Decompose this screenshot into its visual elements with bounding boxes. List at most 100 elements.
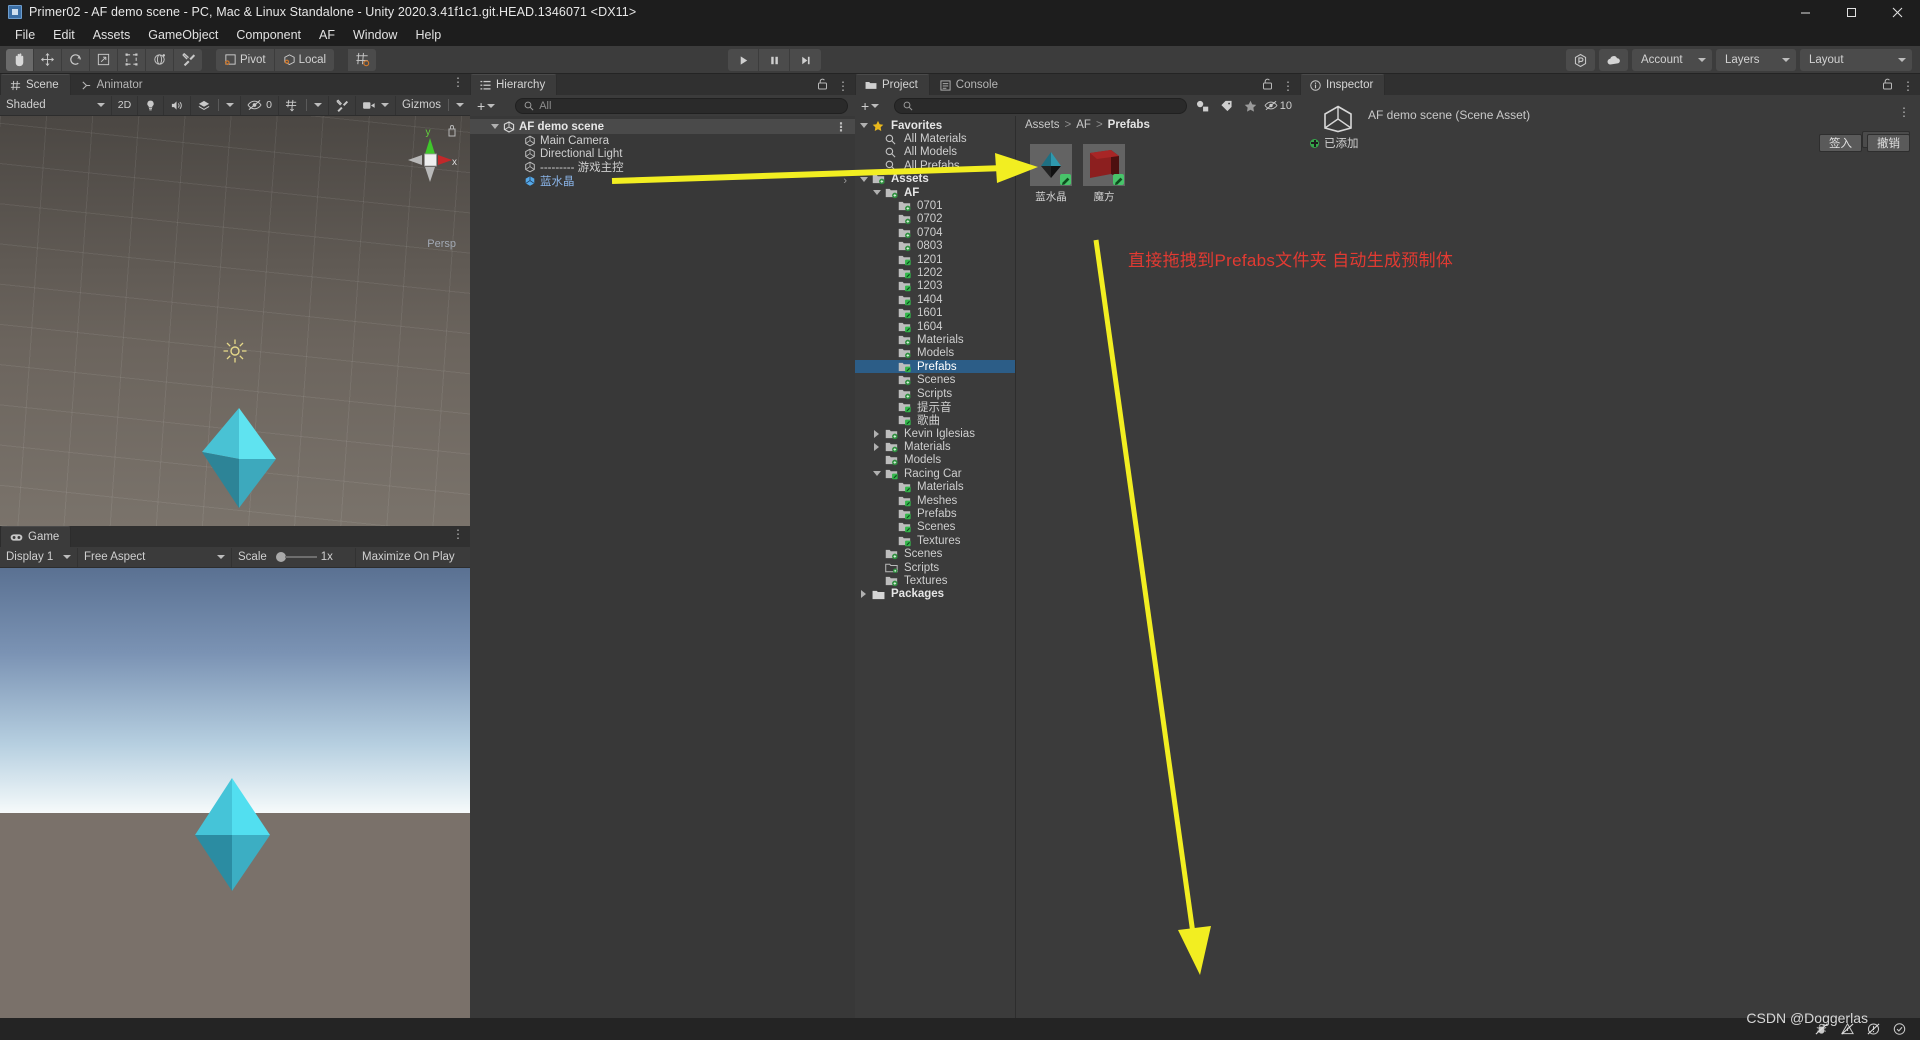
menu-component[interactable]: Component xyxy=(227,26,310,44)
tab-hierarchy[interactable]: Hierarchy xyxy=(470,74,557,95)
project-tree-item[interactable]: All Materials xyxy=(855,132,1015,145)
project-tree-item[interactable]: 1203 xyxy=(855,280,1015,293)
asset-item-rubik-cube[interactable]: 魔方 xyxy=(1083,144,1125,204)
chevron-right-icon[interactable] xyxy=(872,430,881,438)
hierarchy-menu-icon[interactable]: ⋮ xyxy=(837,81,849,91)
shading-mode-dropdown[interactable]: Shaded xyxy=(0,96,112,115)
project-tree-item[interactable]: Textures xyxy=(855,534,1015,547)
type-filter-icon[interactable] xyxy=(1192,100,1214,112)
project-tree-item[interactable]: 1604 xyxy=(855,320,1015,333)
layout-dropdown[interactable]: Layout xyxy=(1800,49,1912,71)
tab-project[interactable]: Project xyxy=(855,74,930,95)
move-tool-icon[interactable] xyxy=(34,49,62,71)
rotate-tool-icon[interactable] xyxy=(62,49,90,71)
menu-gameobject[interactable]: GameObject xyxy=(139,26,227,44)
project-tree-item[interactable]: Assets xyxy=(855,173,1015,186)
project-tree-item[interactable]: 1601 xyxy=(855,306,1015,319)
chevron-down-icon[interactable] xyxy=(859,177,868,182)
hierarchy-item-directional-light[interactable]: Directional Light xyxy=(470,147,855,160)
cloud-icon[interactable] xyxy=(1599,49,1628,71)
breadcrumb-prefabs[interactable]: Prefabs xyxy=(1108,119,1150,131)
maximize-icon[interactable] xyxy=(1828,0,1874,24)
grid-snap-icon[interactable] xyxy=(348,49,376,71)
inspector-menu-icon[interactable]: ⋮ xyxy=(1902,81,1914,91)
project-tree-item[interactable]: Scripts xyxy=(855,561,1015,574)
collab-icon[interactable] xyxy=(1566,49,1595,71)
project-tree-item[interactable]: 歌曲 xyxy=(855,414,1015,427)
project-tree-item[interactable]: Packages xyxy=(855,588,1015,601)
project-add-button[interactable]: + xyxy=(859,98,881,114)
project-search-input[interactable] xyxy=(894,98,1187,114)
hidden-assets-toggle[interactable]: 10 xyxy=(1264,100,1296,112)
checkin-button[interactable]: 签入 xyxy=(1819,134,1862,152)
blue-crystal-object[interactable] xyxy=(198,404,280,512)
scale-slider-control[interactable] xyxy=(277,552,317,562)
layers-dropdown[interactable]: Layers xyxy=(1716,49,1796,71)
project-tree-item[interactable]: 1201 xyxy=(855,253,1015,266)
project-tree-item[interactable]: 1202 xyxy=(855,266,1015,279)
tab-inspector[interactable]: Inspector xyxy=(1300,74,1385,95)
project-tree-item[interactable]: Favorites xyxy=(855,119,1015,132)
check-circle-icon[interactable] xyxy=(1886,1018,1912,1040)
scene-camera-dropdown[interactable] xyxy=(356,96,396,115)
project-tree-item[interactable]: Models xyxy=(855,454,1015,467)
minimize-icon[interactable] xyxy=(1782,0,1828,24)
menu-edit[interactable]: Edit xyxy=(44,26,84,44)
project-tree-item[interactable]: Scenes xyxy=(855,548,1015,561)
project-tree-item[interactable]: 0704 xyxy=(855,226,1015,239)
project-tree-item[interactable]: Textures xyxy=(855,574,1015,587)
menu-help[interactable]: Help xyxy=(406,26,450,44)
close-icon[interactable] xyxy=(1874,0,1920,24)
project-tree-item[interactable]: All Prefabs xyxy=(855,159,1015,172)
local-toggle[interactable]: Local xyxy=(275,49,335,71)
label-filter-icon[interactable] xyxy=(1216,100,1238,112)
chevron-down-icon[interactable] xyxy=(491,124,499,129)
effects-dropdown[interactable] xyxy=(191,96,241,115)
chevron-down-icon[interactable] xyxy=(872,471,881,476)
project-tree-item[interactable]: Prefabs xyxy=(855,507,1015,520)
transform-tool-icon[interactable] xyxy=(146,49,174,71)
project-tree-item[interactable]: Racing Car xyxy=(855,467,1015,480)
asset-item-blue-crystal[interactable]: 蓝水晶 xyxy=(1030,144,1072,204)
inspector-asset-menu-icon[interactable]: ⋮ xyxy=(1898,107,1910,117)
game-viewport[interactable] xyxy=(0,568,470,1040)
toggle-2d[interactable]: 2D xyxy=(112,96,138,115)
step-button[interactable] xyxy=(790,49,821,71)
gizmos-dropdown[interactable]: Gizmos xyxy=(396,96,470,115)
scene-orientation-gizmo[interactable]: y x xyxy=(400,124,462,194)
chevron-right-icon[interactable] xyxy=(859,590,868,598)
project-tree-item[interactable]: Kevin Iglesias xyxy=(855,427,1015,440)
play-button[interactable] xyxy=(728,49,759,71)
audio-icon[interactable] xyxy=(164,96,191,115)
project-tree-item[interactable]: AF xyxy=(855,186,1015,199)
project-tree-item[interactable]: Scenes xyxy=(855,521,1015,534)
menu-af[interactable]: AF xyxy=(310,26,344,44)
menu-window[interactable]: Window xyxy=(344,26,406,44)
tab-console[interactable]: Console xyxy=(930,74,1010,95)
scene-context-menu-icon[interactable]: ⋮ xyxy=(835,122,847,132)
menu-file[interactable]: File xyxy=(6,26,44,44)
project-tree-item[interactable]: 1404 xyxy=(855,293,1015,306)
tab-game[interactable]: Game xyxy=(0,526,71,547)
hierarchy-item-game-controller[interactable]: --------- 游戏主控 xyxy=(470,161,855,174)
rect-tool-icon[interactable] xyxy=(118,49,146,71)
project-tree-item[interactable]: Scenes xyxy=(855,373,1015,386)
hierarchy-add-button[interactable]: + xyxy=(475,98,497,114)
hidden-objects-toggle[interactable]: 0 xyxy=(241,96,279,115)
chevron-right-icon[interactable] xyxy=(872,443,881,451)
project-tree-item[interactable]: 0701 xyxy=(855,199,1015,212)
project-tree-item[interactable]: Models xyxy=(855,347,1015,360)
hand-tool-icon[interactable] xyxy=(6,49,34,71)
lock-icon[interactable] xyxy=(1262,77,1273,95)
menu-assets[interactable]: Assets xyxy=(84,26,140,44)
project-tree-item[interactable]: All Models xyxy=(855,146,1015,159)
prefab-open-arrow-icon[interactable]: › xyxy=(843,175,847,187)
project-tree-item[interactable]: Materials xyxy=(855,440,1015,453)
project-tree-item[interactable]: Materials xyxy=(855,333,1015,346)
tab-animator[interactable]: Animator xyxy=(71,74,155,95)
revert-button[interactable]: 撤销 xyxy=(1867,134,1910,152)
project-tree-item[interactable]: Prefabs xyxy=(855,360,1015,373)
project-menu-icon[interactable]: ⋮ xyxy=(1282,81,1294,91)
chevron-down-icon[interactable] xyxy=(872,190,881,195)
lock-icon[interactable] xyxy=(817,77,828,95)
